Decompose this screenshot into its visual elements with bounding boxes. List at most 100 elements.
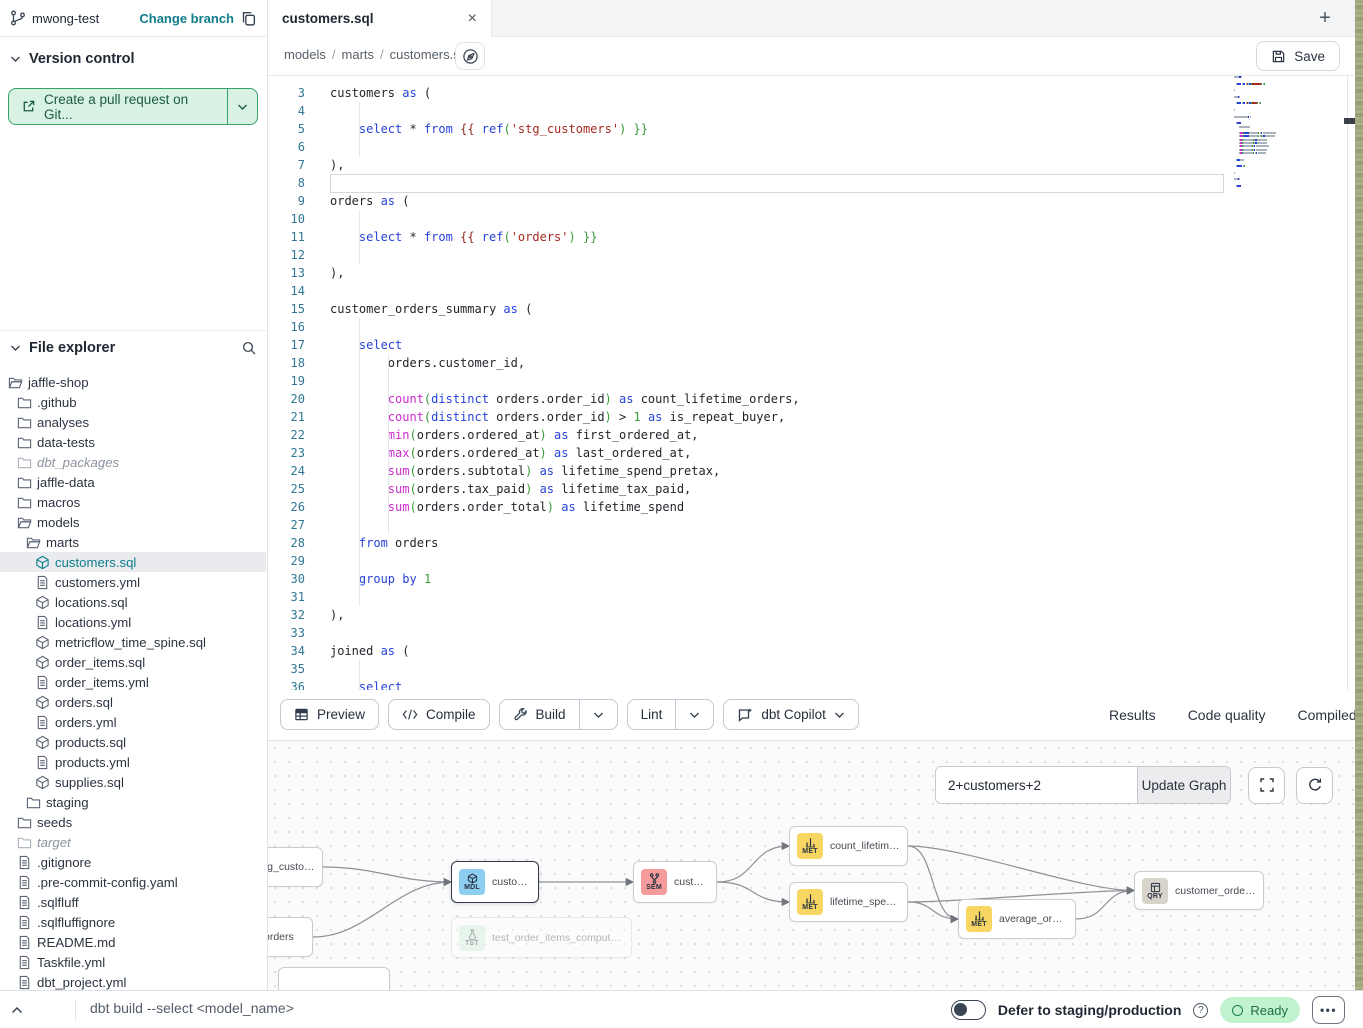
collapse-panel-icon[interactable] — [6, 999, 28, 1021]
change-branch-link[interactable]: Change branch — [139, 11, 234, 26]
tree-item-target[interactable]: target — [0, 832, 266, 852]
tree-item--github[interactable]: .github — [0, 392, 266, 412]
tree-item--gitignore[interactable]: .gitignore — [0, 852, 266, 872]
line-number: 33 — [268, 624, 305, 642]
line-number: 30 — [268, 570, 305, 588]
tst-badge-icon: TST — [459, 925, 485, 951]
tree-item--pre-commit-config-yaml[interactable]: .pre-commit-config.yaml — [0, 872, 266, 892]
doc-icon — [17, 935, 32, 950]
tree-item-seeds[interactable]: seeds — [0, 812, 266, 832]
refresh-icon[interactable] — [1296, 767, 1333, 804]
file-explorer-header[interactable]: File explorer — [0, 331, 267, 359]
tree-item-order-items-yml[interactable]: order_items.yml — [0, 672, 266, 692]
build-button[interactable]: Build — [500, 700, 579, 729]
compile-button[interactable]: Compile — [388, 699, 490, 730]
tree-item-supplies-sql[interactable]: supplies.sql — [0, 772, 266, 792]
tab-compiled-code[interactable]: Compiled code — [1298, 690, 1363, 740]
lint-button[interactable]: Lint — [628, 700, 676, 729]
minimap[interactable] — [1232, 76, 1312, 196]
tree-item-analyses[interactable]: analyses — [0, 412, 266, 432]
tree-item-locations-sql[interactable]: locations.sql — [0, 592, 266, 612]
tree-item--sqlfluff[interactable]: .sqlfluff — [0, 892, 266, 912]
doc-icon — [17, 915, 32, 930]
tree-item-jaffle-data[interactable]: jaffle-data — [0, 472, 266, 492]
chevron-down-icon — [10, 55, 21, 63]
tree-item-metricflow-time-spine-sql[interactable]: metricflow_time_spine.sql — [0, 632, 266, 652]
code-line: select * from {{ ref('orders') }} — [330, 228, 597, 246]
lineage-selector-input[interactable] — [936, 767, 1137, 803]
sem-badge-icon: SEM — [641, 869, 667, 895]
tree-item-macros[interactable]: macros — [0, 492, 266, 512]
tab-code-quality[interactable]: Code quality — [1188, 690, 1266, 740]
build-split-button: Build — [499, 699, 618, 730]
tab-results[interactable]: Results — [1109, 690, 1156, 740]
tree-item-dbt-packages[interactable]: dbt_packages — [0, 452, 266, 472]
tree-item-order-items-sql[interactable]: order_items.sql — [0, 652, 266, 672]
build-dropdown-caret[interactable] — [579, 700, 617, 729]
command-input[interactable]: dbt build --select <model_name> — [90, 1000, 294, 1016]
model-icon — [35, 595, 50, 610]
tab-customers-sql[interactable]: customers.sql × — [268, 0, 492, 37]
tree-item-locations-yml[interactable]: locations.yml — [0, 612, 266, 632]
line-number: 3 — [268, 84, 305, 102]
mdl-badge-icon: MDL — [459, 869, 485, 895]
tree-item-customers-sql[interactable]: customers.sql — [0, 552, 266, 572]
version-control-header[interactable]: Version control — [0, 48, 267, 70]
tree-item-data-tests[interactable]: data-tests — [0, 432, 266, 452]
tree-item--sqlfluffignore[interactable]: .sqlfluffignore — [0, 912, 266, 932]
defer-toggle[interactable] — [951, 1000, 986, 1020]
pr-dropdown-caret[interactable] — [227, 89, 257, 124]
new-tab-button[interactable]: + — [1312, 5, 1338, 31]
lineage-node-average-order-value[interactable]: METaverage_order_value — [958, 899, 1076, 939]
search-icon[interactable] — [241, 340, 257, 356]
doc-icon — [35, 715, 50, 730]
tree-item-readme-md[interactable]: README.md — [0, 932, 266, 952]
tree-item-products-yml[interactable]: products.yml — [0, 752, 266, 772]
lineage-node-orders[interactable]: MDLorders — [268, 917, 313, 957]
tree-item-products-sql[interactable]: products.sql — [0, 732, 266, 752]
close-icon[interactable]: × — [468, 11, 477, 27]
lineage-node-count-lifetime-orders[interactable]: METcount_lifetime_orders — [789, 826, 908, 866]
tree-item-customers-yml[interactable]: customers.yml — [0, 572, 266, 592]
editor-scrollbar-track — [1347, 76, 1348, 690]
code-editor[interactable]: 3customers as (45 select * from {{ ref('… — [268, 76, 1347, 690]
preview-button[interactable]: Preview — [280, 699, 379, 730]
tree-item-jaffle-shop[interactable]: jaffle-shop — [0, 372, 266, 392]
lineage-node-stg-customers[interactable]: MDLstg_customers — [268, 847, 323, 887]
lineage-panel: MDLstg_customers MDLorders MDLcustomers SEM… — [268, 740, 1356, 990]
code-line: ), — [330, 606, 344, 624]
line-number: 20 — [268, 390, 305, 408]
lineage-node-customers[interactable]: SEMcustomers — [633, 861, 717, 903]
doc-icon — [17, 855, 32, 870]
lineage-node-test-order-items-compute-to-bools-[interactable]: TSTtest_order_items_compute_to_bools... — [451, 917, 632, 958]
more-options-button[interactable]: ••• — [1312, 996, 1345, 1024]
dbt-copilot-button[interactable]: dbt Copilot — [723, 699, 859, 730]
tree-item-marts[interactable]: marts — [0, 532, 266, 552]
line-number: 15 — [268, 300, 305, 318]
tree-item-dbt-project-yml[interactable]: dbt_project.yml — [0, 972, 266, 992]
line-number: 25 — [268, 480, 305, 498]
line-number: 11 — [268, 228, 305, 246]
tree-item-staging[interactable]: staging — [0, 792, 266, 812]
doc-icon — [17, 975, 32, 990]
copy-icon[interactable] — [240, 10, 257, 27]
tree-item-taskfile-yml[interactable]: Taskfile.yml — [0, 952, 266, 972]
help-icon[interactable]: ? — [1193, 1003, 1208, 1018]
copilot-chat-icon — [737, 707, 753, 723]
save-button[interactable]: Save — [1256, 41, 1340, 71]
lineage-node-customers[interactable]: MDLcustomers — [451, 861, 539, 903]
tree-item-models[interactable]: models — [0, 512, 266, 532]
lineage-node-customer-order-metrics[interactable]: QRYcustomer_order_metrics — [1134, 871, 1264, 910]
tree-item-orders-sql[interactable]: orders.sql — [0, 692, 266, 712]
update-graph-button[interactable]: Update Graph — [1137, 767, 1230, 803]
lineage-node-lifetime-spend-pretax[interactable]: METlifetime_spend_pretax — [789, 882, 908, 922]
met-badge-icon: MET — [797, 889, 823, 915]
copilot-pen-icon[interactable] — [455, 42, 485, 70]
create-pr-button[interactable]: Create a pull request on Git... — [8, 88, 258, 125]
lineage-controls: Update Graph — [935, 766, 1333, 804]
fullscreen-icon[interactable] — [1248, 767, 1285, 804]
tree-item-orders-yml[interactable]: orders.yml — [0, 712, 266, 732]
copilot-dropdown-caret[interactable] — [834, 711, 845, 719]
lint-dropdown-caret[interactable] — [675, 700, 713, 729]
lineage-node-partial[interactable] — [278, 967, 390, 990]
